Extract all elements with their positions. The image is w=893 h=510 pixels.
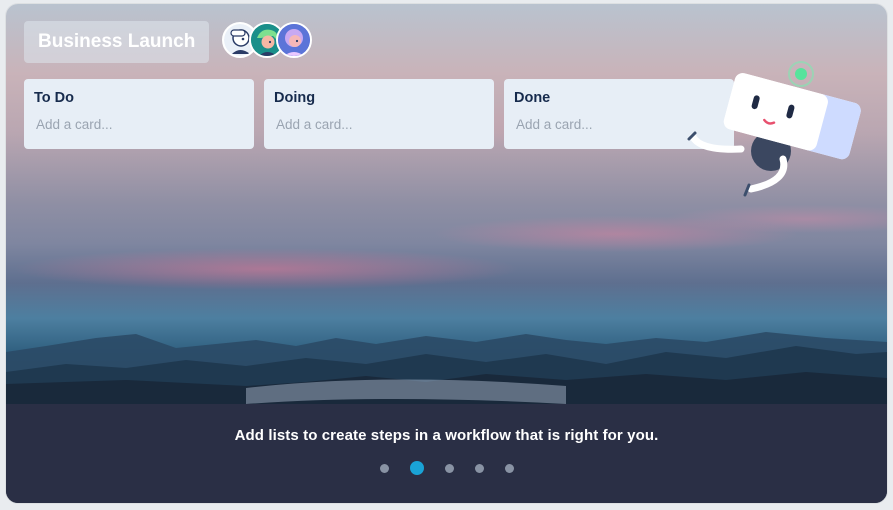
carousel-panel: Add lists to create steps in a workflow …: [6, 404, 887, 503]
carousel-dot-4[interactable]: [474, 464, 484, 473]
member-avatar-3[interactable]: [276, 22, 312, 58]
add-card-input[interactable]: Add a card...: [276, 117, 353, 132]
carousel-dot-5[interactable]: [504, 464, 514, 473]
mountains-illustration: [6, 332, 887, 414]
list-title: Doing: [274, 90, 316, 106]
board-title[interactable]: Business Launch: [24, 21, 210, 63]
list-doing: Doing Add a card...: [264, 79, 494, 149]
list-title: Done: [514, 90, 551, 106]
carousel-dot-3[interactable]: [444, 464, 454, 473]
robot-mascot-icon: [687, 61, 861, 197]
add-card-input[interactable]: Add a card...: [516, 117, 593, 132]
carousel-dot-1[interactable]: [379, 464, 389, 473]
add-card-input[interactable]: Add a card...: [36, 117, 113, 132]
onboarding-carousel-card: Business Launch To Do Add a card... Doin…: [6, 4, 887, 503]
list-title: To Do: [34, 90, 74, 106]
carousel-dot-2[interactable]: [409, 461, 424, 475]
list-todo: To Do Add a card...: [24, 79, 254, 149]
carousel-caption: Add lists to create steps in a workflow …: [234, 427, 659, 444]
board-members: [222, 22, 312, 58]
carousel-pagination: [6, 461, 887, 475]
